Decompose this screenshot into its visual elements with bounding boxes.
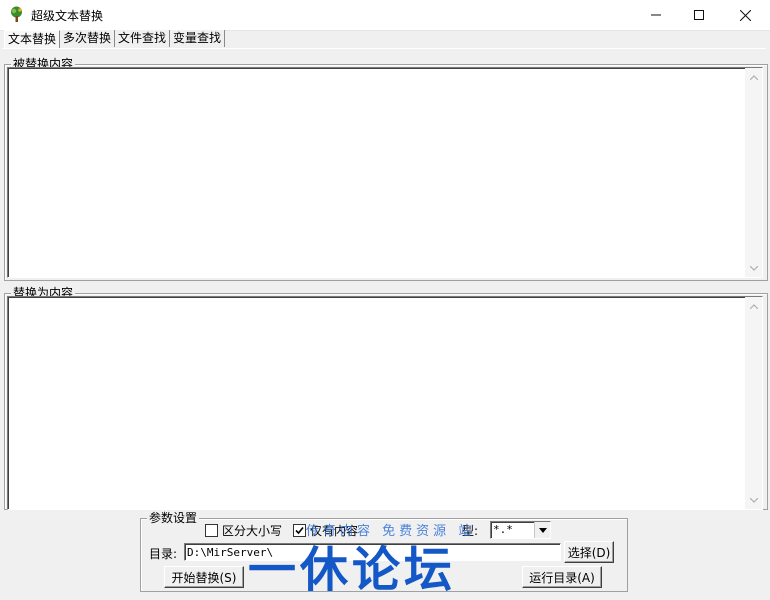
choose-button[interactable]: 选择(D) (564, 541, 614, 563)
window-title: 超级文本替换 (31, 9, 104, 23)
title-bar: 超级文本替换 (0, 0, 770, 31)
source-textarea[interactable] (7, 67, 763, 278)
minimize-icon (651, 14, 661, 16)
source-group: 被替换内容 (4, 57, 768, 281)
params-group-label: 参数设置 (147, 511, 200, 525)
maximize-button[interactable] (676, 0, 722, 30)
tab-variable-search[interactable]: 变量查找 (170, 30, 226, 47)
app-tree-icon (11, 6, 22, 22)
tab-strip: 文本替换 多次替换 文件查找 变量查找 (4, 30, 226, 49)
case-sensitive-checkbox[interactable] (205, 524, 218, 537)
tab-multi-replace[interactable]: 多次替换 (60, 30, 116, 47)
watermark-logo: 一休论坛 (248, 542, 457, 598)
tab-content: 被替换内容 替换为内容 (2, 48, 768, 510)
scroll-up-icon[interactable] (745, 299, 762, 313)
scroll-down-icon[interactable] (745, 493, 762, 507)
scroll-up-icon[interactable] (745, 70, 762, 84)
close-button[interactable] (722, 0, 768, 30)
directory-label: 目录: (149, 547, 178, 561)
chevron-down-icon[interactable] (534, 522, 550, 538)
tab-text-replace[interactable]: 文本替换 (4, 30, 61, 48)
target-group: 替换为内容 (4, 286, 768, 510)
start-replace-button[interactable]: 开始替换(S) (164, 566, 244, 588)
minimize-button[interactable] (633, 0, 679, 30)
close-icon (739, 9, 751, 21)
scroll-down-icon[interactable] (745, 261, 762, 275)
run-directory-button[interactable]: 运行目录(A) (522, 566, 602, 588)
file-type-select[interactable]: *.* (490, 521, 551, 539)
file-type-value: *.* (493, 523, 513, 536)
maximize-icon (694, 10, 704, 20)
tab-file-search[interactable]: 文件查找 (115, 30, 171, 47)
source-scrollbar[interactable] (745, 68, 762, 277)
target-textarea[interactable] (7, 296, 763, 510)
target-scrollbar[interactable] (745, 297, 762, 509)
